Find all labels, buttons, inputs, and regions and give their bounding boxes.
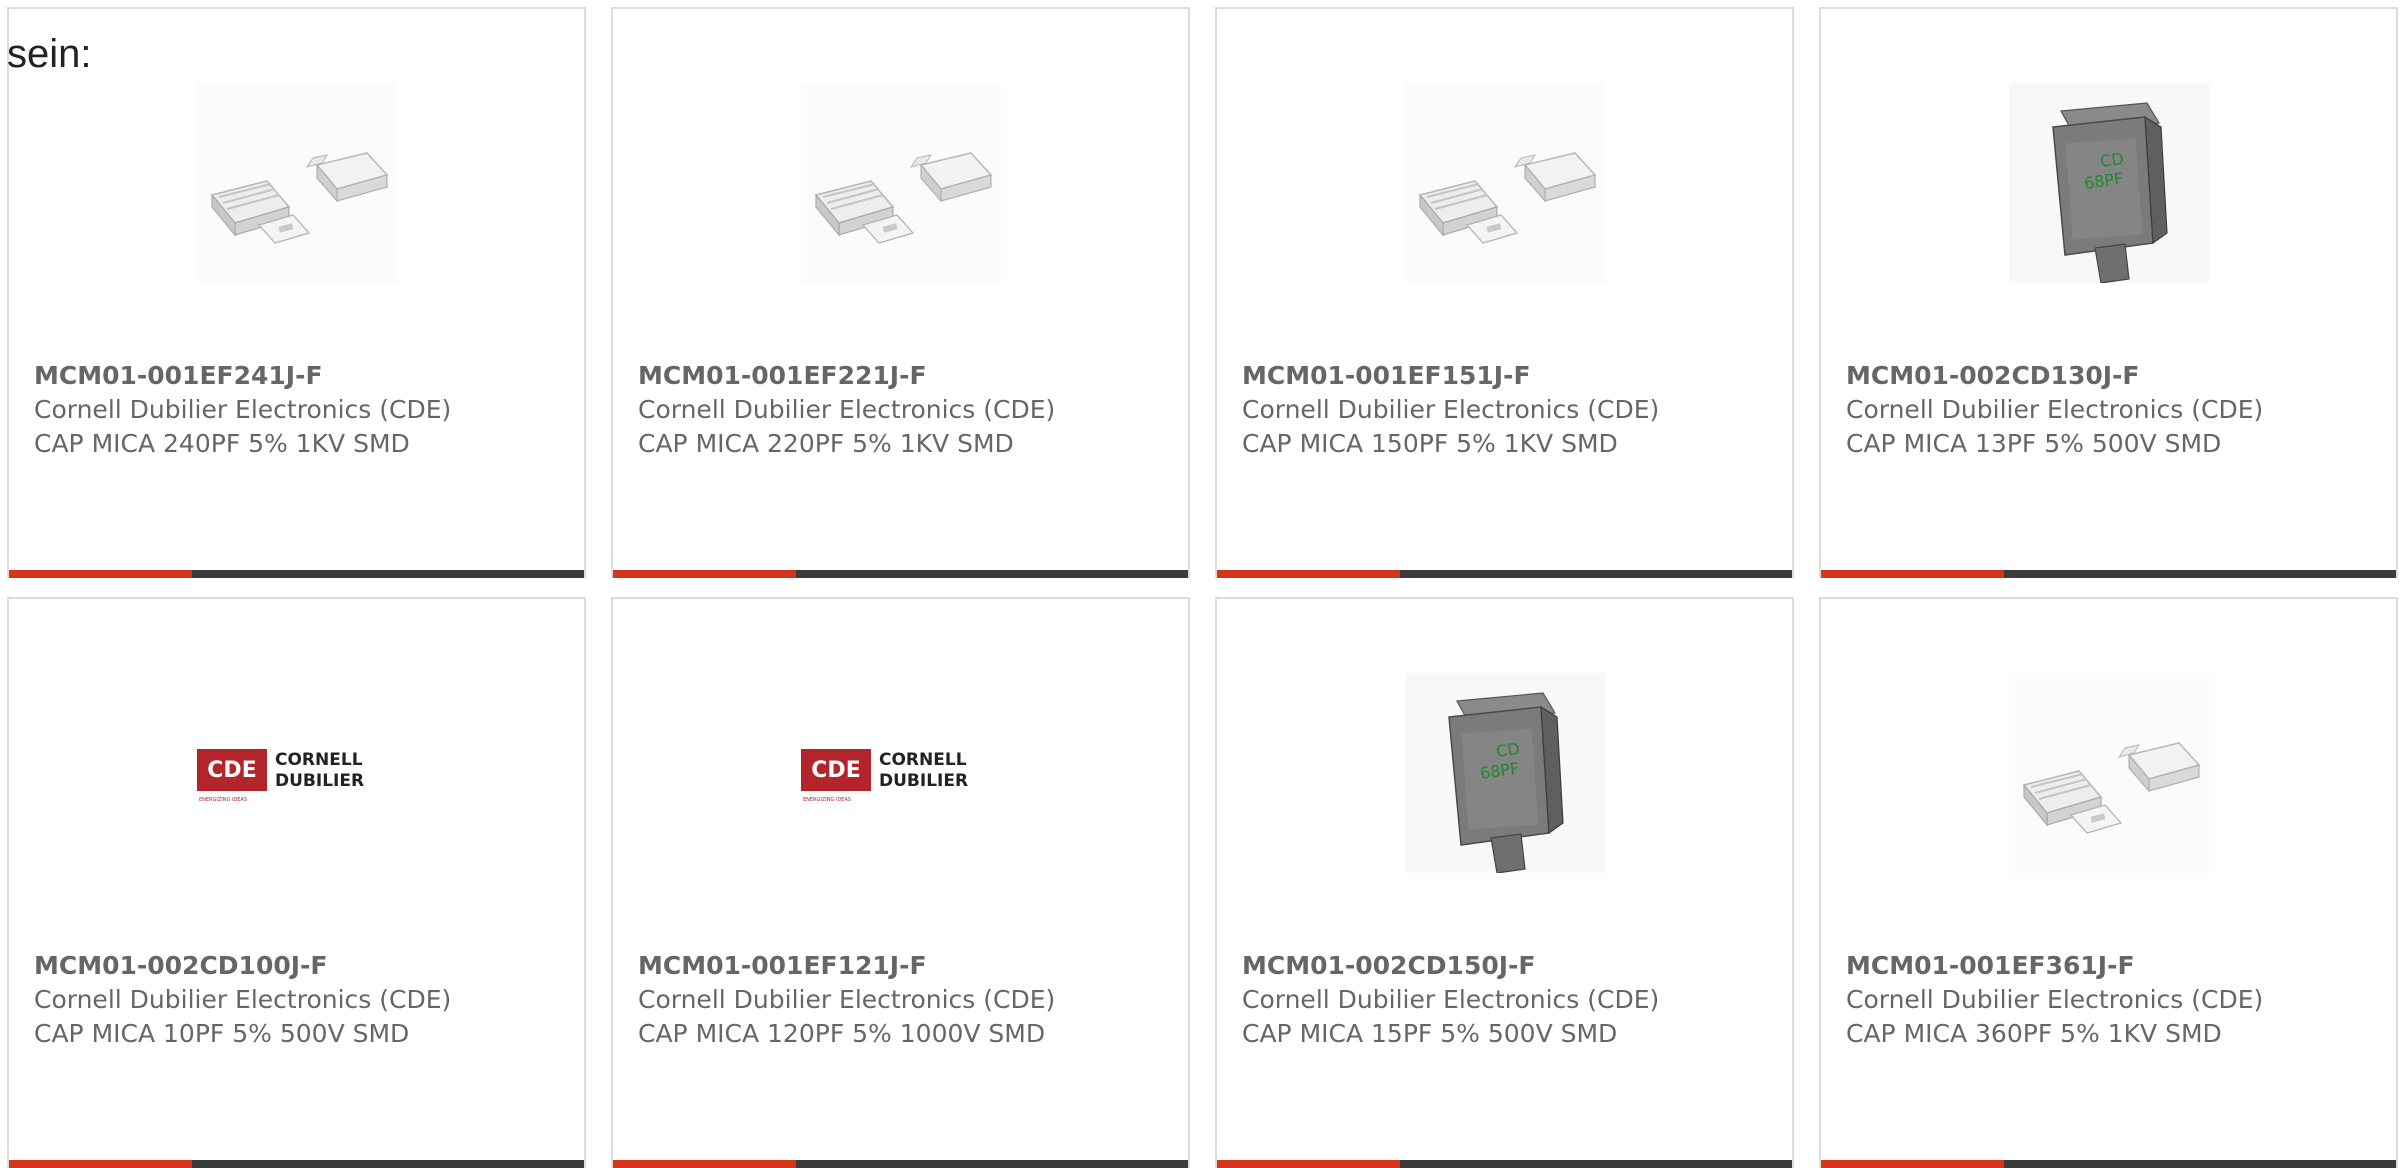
- product-card[interactable]: CD 68PF MCM01-002CD150J-F Cornell Dubilie…: [1215, 597, 1794, 1168]
- product-image[interactable]: [197, 83, 397, 283]
- product-manufacturer: Cornell Dubilier Electronics (CDE): [638, 395, 1056, 424]
- product-info: MCM01-001EF151J-F Cornell Dubilier Electr…: [1242, 359, 1782, 461]
- product-card[interactable]: MCM01-001EF151J-F Cornell Dubilier Electr…: [1215, 7, 1794, 578]
- svg-text:ENERGIZING IDEAS: ENERGIZING IDEAS: [199, 797, 247, 803]
- product-description: CAP MICA 150PF 5% 1KV SMD: [1242, 429, 1618, 458]
- product-part-number[interactable]: MCM01-001EF151J-F: [1242, 359, 1782, 393]
- product-part-number[interactable]: MCM01-001EF121J-F: [638, 949, 1178, 983]
- product-description: CAP MICA 240PF 5% 1KV SMD: [34, 429, 410, 458]
- product-manufacturer: Cornell Dubilier Electronics (CDE): [34, 395, 452, 424]
- product-image[interactable]: CD 68PF: [2009, 83, 2209, 283]
- card-bottom-bar: [1821, 570, 2396, 578]
- intro-text: sein:: [7, 32, 92, 76]
- product-info: MCM01-001EF241J-F Cornell Dubilier Electr…: [34, 359, 574, 461]
- product-info: MCM01-002CD150J-F Cornell Dubilier Electr…: [1242, 949, 1782, 1051]
- product-image[interactable]: [1405, 83, 1605, 283]
- svg-text:CD: CD: [1495, 739, 1521, 761]
- card-bottom-bar: [1217, 570, 1792, 578]
- svg-text:ENERGIZING IDEAS: ENERGIZING IDEAS: [803, 797, 851, 803]
- product-description: CAP MICA 360PF 5% 1KV SMD: [1846, 1019, 2222, 1048]
- manufacturer-logo[interactable]: CDE CORNELL DUBILIER ENERGIZING IDEAS: [801, 673, 1001, 873]
- svg-text:CDE: CDE: [207, 758, 256, 783]
- svg-text:CDE: CDE: [811, 758, 860, 783]
- svg-text:CORNELL: CORNELL: [879, 750, 967, 770]
- card-accent-bar: [1217, 570, 1400, 578]
- product-description: CAP MICA 10PF 5% 500V SMD: [34, 1019, 410, 1048]
- card-accent-bar: [9, 570, 192, 578]
- product-card[interactable]: MCM01-001EF221J-F Cornell Dubilier Electr…: [611, 7, 1190, 578]
- product-part-number[interactable]: MCM01-001EF241J-F: [34, 359, 574, 393]
- product-image[interactable]: CD 68PF: [1405, 673, 1605, 873]
- card-bottom-bar: [613, 570, 1188, 578]
- product-manufacturer: Cornell Dubilier Electronics (CDE): [1846, 985, 2264, 1014]
- product-description: CAP MICA 15PF 5% 500V SMD: [1242, 1019, 1618, 1048]
- product-manufacturer: Cornell Dubilier Electronics (CDE): [34, 985, 452, 1014]
- card-bottom-bar: [9, 570, 584, 578]
- product-card[interactable]: CD 68PF MCM01-002CD130J-F Cornell Dubilie…: [1819, 7, 2398, 578]
- card-accent-bar: [1821, 1160, 2004, 1168]
- card-bottom-bar: [1821, 1160, 2396, 1168]
- product-part-number[interactable]: MCM01-002CD150J-F: [1242, 949, 1782, 983]
- svg-text:CD: CD: [2099, 149, 2125, 171]
- card-accent-bar: [9, 1160, 192, 1168]
- product-image[interactable]: [2009, 673, 2209, 873]
- card-accent-bar: [1217, 1160, 1400, 1168]
- product-card[interactable]: CDE CORNELL DUBILIER ENERGIZING IDEAS MC…: [7, 597, 586, 1168]
- product-manufacturer: Cornell Dubilier Electronics (CDE): [638, 985, 1056, 1014]
- product-manufacturer: Cornell Dubilier Electronics (CDE): [1242, 395, 1660, 424]
- product-info: MCM01-001EF361J-F Cornell Dubilier Electr…: [1846, 949, 2386, 1051]
- product-image[interactable]: [801, 83, 1001, 283]
- product-card[interactable]: MCM01-001EF361J-F Cornell Dubilier Electr…: [1819, 597, 2398, 1168]
- product-card[interactable]: MCM01-001EF241J-F Cornell Dubilier Electr…: [7, 7, 586, 578]
- svg-text:CORNELL: CORNELL: [275, 750, 363, 770]
- product-part-number[interactable]: MCM01-002CD100J-F: [34, 949, 574, 983]
- product-part-number[interactable]: MCM01-001EF221J-F: [638, 359, 1178, 393]
- product-manufacturer: Cornell Dubilier Electronics (CDE): [1846, 395, 2264, 424]
- card-accent-bar: [1821, 570, 2004, 578]
- product-part-number[interactable]: MCM01-002CD130J-F: [1846, 359, 2386, 393]
- product-info: MCM01-001EF121J-F Cornell Dubilier Electr…: [638, 949, 1178, 1051]
- card-bottom-bar: [613, 1160, 1188, 1168]
- card-bottom-bar: [9, 1160, 584, 1168]
- product-description: CAP MICA 13PF 5% 500V SMD: [1846, 429, 2222, 458]
- product-description: CAP MICA 120PF 5% 1000V SMD: [638, 1019, 1046, 1048]
- product-info: MCM01-001EF221J-F Cornell Dubilier Electr…: [638, 359, 1178, 461]
- product-grid: MCM01-001EF241J-F Cornell Dubilier Electr…: [0, 0, 2400, 1168]
- card-accent-bar: [613, 570, 796, 578]
- product-info: MCM01-002CD100J-F Cornell Dubilier Electr…: [34, 949, 574, 1051]
- product-part-number[interactable]: MCM01-001EF361J-F: [1846, 949, 2386, 983]
- svg-text:DUBILIER: DUBILIER: [275, 771, 364, 791]
- card-bottom-bar: [1217, 1160, 1792, 1168]
- card-accent-bar: [613, 1160, 796, 1168]
- svg-text:DUBILIER: DUBILIER: [879, 771, 968, 791]
- product-card[interactable]: CDE CORNELL DUBILIER ENERGIZING IDEAS MC…: [611, 597, 1190, 1168]
- product-description: CAP MICA 220PF 5% 1KV SMD: [638, 429, 1014, 458]
- product-info: MCM01-002CD130J-F Cornell Dubilier Electr…: [1846, 359, 2386, 461]
- manufacturer-logo[interactable]: CDE CORNELL DUBILIER ENERGIZING IDEAS: [197, 673, 397, 873]
- product-manufacturer: Cornell Dubilier Electronics (CDE): [1242, 985, 1660, 1014]
